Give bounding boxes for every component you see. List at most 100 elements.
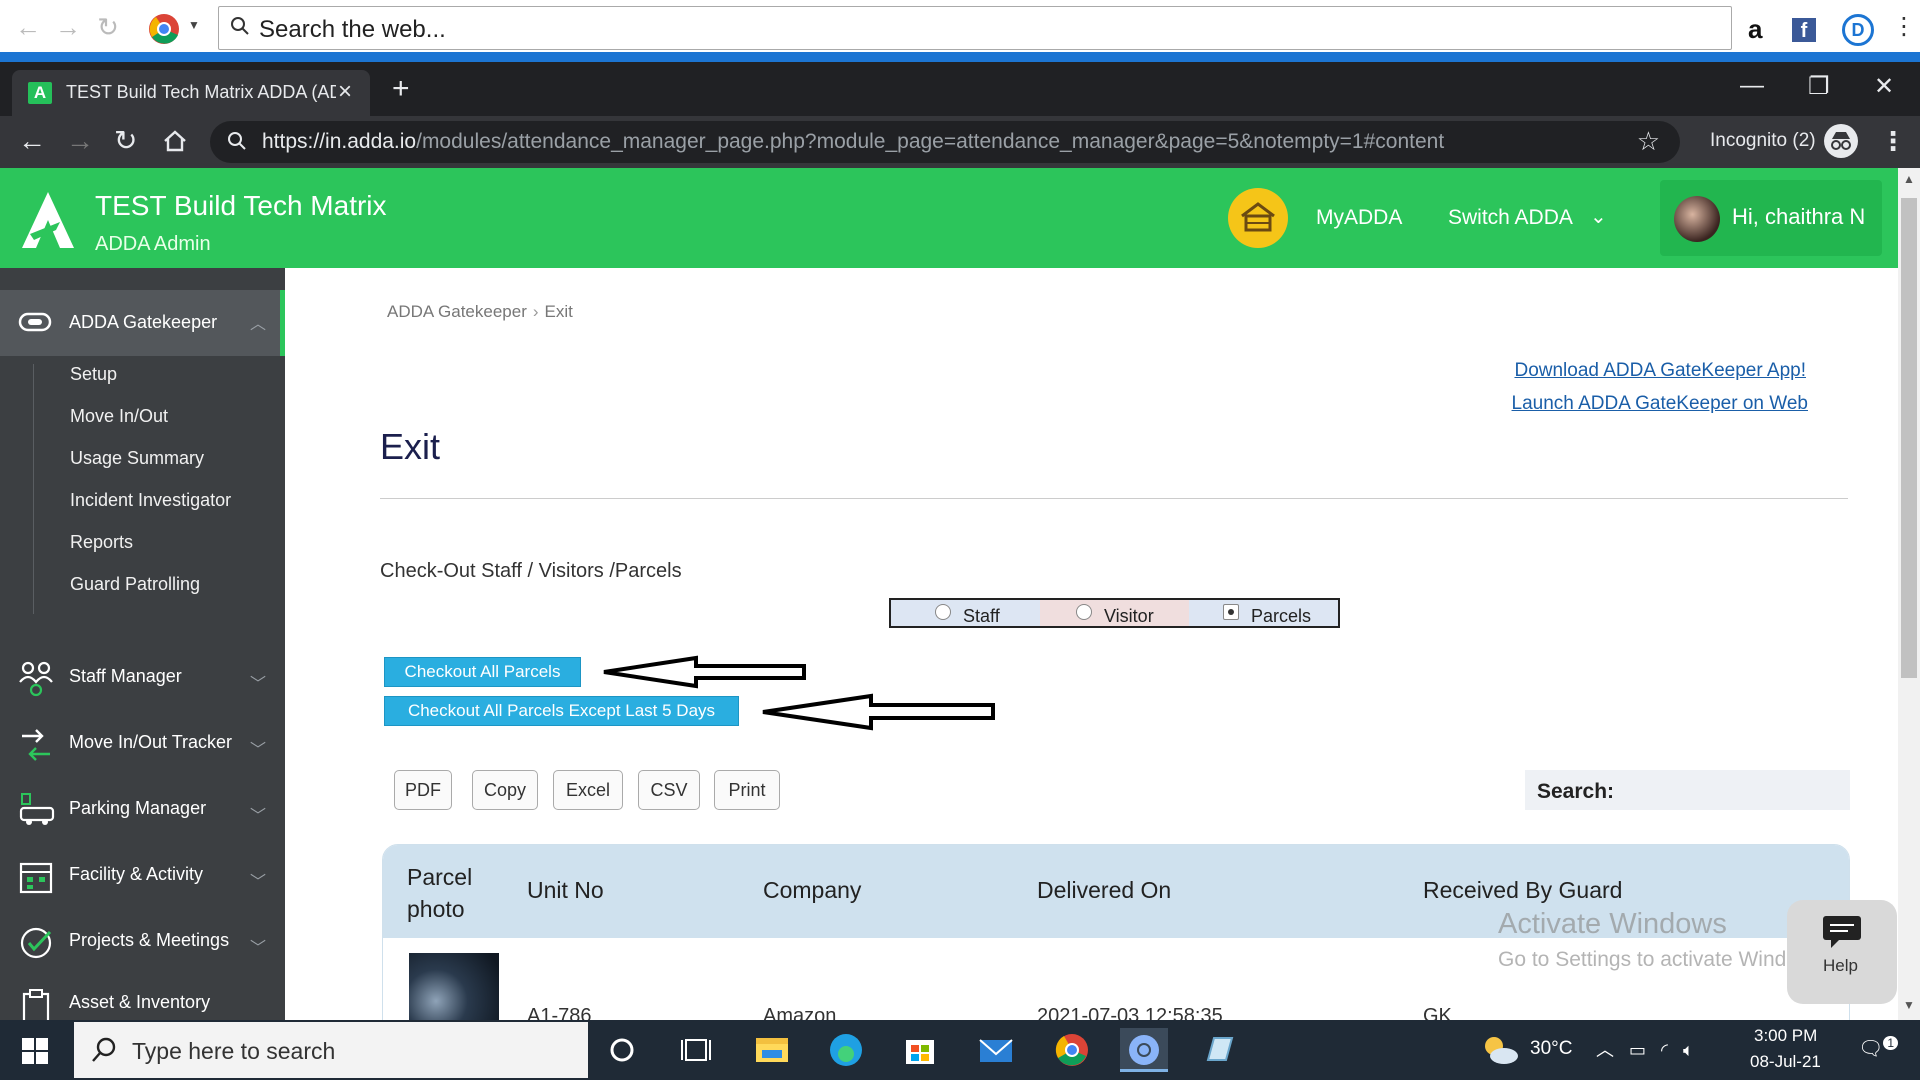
file-explorer-icon[interactable] [748, 1028, 796, 1072]
profile-d-icon[interactable]: D [1842, 14, 1874, 46]
task-view-icon[interactable] [672, 1028, 720, 1072]
launch-web-link[interactable]: Launch ADDA GateKeeper on Web [1512, 393, 1808, 415]
chevron-down-icon[interactable]: ﹀ [250, 736, 266, 760]
column-header-company[interactable]: Company [763, 877, 861, 904]
mail-icon[interactable] [972, 1028, 1020, 1072]
sidebar-subitem-guard-patrolling[interactable]: Guard Patrolling [70, 574, 200, 595]
switch-adda-link[interactable]: Switch ADDA [1448, 206, 1573, 230]
outer-back-icon[interactable]: ← [14, 13, 42, 41]
checkout-except-last-5-days-button[interactable]: Checkout All Parcels Except Last 5 Days [384, 696, 739, 726]
breadcrumb-gatekeeper[interactable]: ADDA Gatekeeper [387, 302, 527, 321]
user-menu[interactable]: Hi, chaithra N [1660, 180, 1882, 256]
export-print-button[interactable]: Print [714, 770, 780, 810]
restore-icon[interactable]: ❐ [1808, 72, 1830, 101]
home-icon[interactable] [162, 128, 188, 159]
bookmark-star-icon[interactable]: ☆ [1637, 126, 1660, 157]
wifi-icon[interactable]: ◜ [1661, 1040, 1668, 1060]
notification-icon[interactable]: 🗨︎ 1 [1858, 1036, 1899, 1061]
taskbar-search[interactable]: Type here to search [74, 1022, 588, 1078]
temperature[interactable]: 30°C [1530, 1038, 1572, 1060]
radio-visitor[interactable]: Visitor [1040, 600, 1189, 626]
facebook-icon[interactable]: f [1792, 18, 1816, 42]
chevron-up-icon[interactable]: ︿ [1596, 1040, 1614, 1060]
chevron-down-icon[interactable]: ﹀ [250, 934, 266, 958]
radio-button[interactable] [935, 604, 951, 620]
page-scrollbar[interactable]: ▲ ▼ [1898, 168, 1920, 1020]
chevron-down-icon[interactable]: ⌄ [1590, 204, 1607, 229]
system-tray-icons[interactable]: ︿ ▭ ◜ 🔈︎ [1596, 1036, 1694, 1062]
column-header-delivered-on[interactable]: Delivered On [1037, 877, 1171, 904]
org-name[interactable]: TEST Build Tech Matrix [95, 190, 387, 222]
radio-button-selected[interactable] [1223, 604, 1239, 620]
browser-accent-bar [0, 52, 1920, 62]
weather-icon[interactable] [1480, 1032, 1520, 1073]
chrome-taskbar-icon[interactable] [1048, 1028, 1096, 1072]
incognito-icon[interactable] [1824, 124, 1858, 158]
help-button[interactable]: Help [1787, 900, 1897, 1004]
sidebar-item-move-in-out-tracker[interactable]: Move In/Out Tracker ﹀ [0, 718, 285, 774]
export-pdf-button[interactable]: PDF [394, 770, 452, 810]
column-header-received-by-guard[interactable]: Received By Guard [1423, 877, 1622, 904]
chevron-down-icon[interactable]: ﹀ [250, 868, 266, 892]
sidebar-item-facility-activity[interactable]: Facility & Activity ﹀ [0, 850, 285, 906]
outer-menu-icon[interactable]: ⋮ [1892, 12, 1916, 41]
back-icon[interactable]: ← [18, 126, 46, 156]
reload-icon[interactable]: ↻ [114, 126, 137, 156]
chevron-down-icon[interactable]: ﹀ [250, 670, 266, 694]
myadda-link[interactable]: MyADDA [1316, 206, 1402, 230]
battery-icon[interactable]: ▭ [1629, 1040, 1646, 1060]
chrome-logo-icon[interactable] [148, 13, 180, 50]
sidebar-subitem-incident-investigator[interactable]: Incident Investigator [70, 490, 231, 511]
search-input[interactable] [1620, 774, 1840, 806]
sidebar-item-projects-meetings[interactable]: Projects & Meetings ﹀ [0, 916, 285, 972]
radio-button[interactable] [1076, 604, 1092, 620]
chevron-up-icon[interactable]: ︿ [250, 310, 266, 334]
url-field[interactable]: https://in.adda.io/modules/attendance_ma… [210, 121, 1680, 163]
sidebar-item-parking-manager[interactable]: Parking Manager ﹀ [0, 784, 285, 840]
scroll-up-icon[interactable]: ▲ [1903, 172, 1915, 186]
download-app-link[interactable]: Download ADDA GateKeeper App! [1514, 360, 1806, 382]
column-header-parcel-photo[interactable]: Parcel photo [407, 861, 487, 925]
volume-icon[interactable]: 🔈︎ [1683, 1040, 1694, 1060]
store-icon[interactable] [896, 1028, 944, 1072]
sidebar-item-staff-manager[interactable]: Staff Manager ﹀ [0, 652, 285, 708]
sidebar-subitem-move-in-out[interactable]: Move In/Out [70, 406, 168, 427]
windows-start-icon[interactable] [22, 1038, 48, 1069]
outer-reload-icon[interactable]: ↻ [94, 13, 122, 41]
sidebar-item-adda-gatekeeper[interactable]: ADDA Gatekeeper ︿ [0, 290, 285, 356]
scrollbar-thumb[interactable] [1901, 198, 1917, 678]
clock-time[interactable]: 3:00 PM [1754, 1026, 1817, 1046]
app-taskbar-icon[interactable] [1196, 1028, 1244, 1072]
radio-staff[interactable]: Staff [891, 600, 1040, 626]
edge-icon[interactable] [822, 1028, 870, 1072]
building-icon[interactable] [1228, 188, 1288, 248]
export-copy-button[interactable]: Copy [472, 770, 538, 810]
column-header-unit-no[interactable]: Unit No [527, 877, 604, 904]
minimize-icon[interactable]: — [1740, 72, 1764, 100]
window-close-icon[interactable]: ✕ [1874, 72, 1894, 101]
new-tab-icon[interactable]: + [392, 74, 410, 104]
outer-search-box[interactable]: Search the web... [218, 6, 1732, 50]
radio-parcels[interactable]: Parcels [1189, 600, 1338, 626]
adda-logo-icon[interactable] [20, 190, 76, 255]
sidebar-subitem-usage-summary[interactable]: Usage Summary [70, 448, 204, 469]
chrome-incognito-taskbar-icon[interactable] [1120, 1028, 1168, 1072]
scroll-down-icon[interactable]: ▼ [1903, 998, 1915, 1012]
sidebar-subitem-reports[interactable]: Reports [70, 532, 133, 553]
chevron-down-icon[interactable]: ﹀ [250, 802, 266, 826]
sidebar-item-asset-inventory[interactable]: Asset & Inventory [0, 978, 285, 1020]
chrome-menu-icon[interactable]: ⋮ [1880, 126, 1906, 157]
tab-close-icon[interactable]: × [338, 78, 352, 106]
outer-forward-icon[interactable]: → [54, 13, 82, 41]
forward-icon[interactable]: → [66, 126, 94, 156]
export-excel-button[interactable]: Excel [553, 770, 623, 810]
checkout-all-parcels-button[interactable]: Checkout All Parcels [384, 657, 581, 687]
tab-active[interactable]: A TEST Build Tech Matrix ADDA (AD × [12, 70, 370, 116]
parcel-photo-thumbnail[interactable] [409, 953, 499, 1020]
cortana-icon[interactable] [598, 1028, 646, 1072]
clock-date[interactable]: 08-Jul-21 [1750, 1052, 1821, 1072]
sidebar-subitem-setup[interactable]: Setup [70, 364, 117, 385]
dropdown-caret-icon[interactable]: ▼ [188, 18, 200, 32]
amazon-icon[interactable]: a [1748, 14, 1762, 45]
export-csv-button[interactable]: CSV [638, 770, 700, 810]
